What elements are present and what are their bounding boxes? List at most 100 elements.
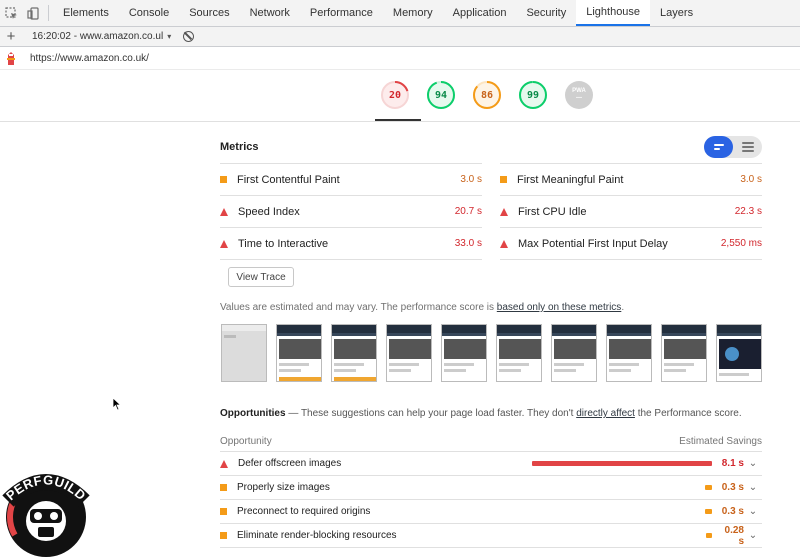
tab-application[interactable]: Application — [443, 0, 517, 26]
chevron-down-icon[interactable]: ⌄ — [744, 458, 762, 469]
tab-elements[interactable]: Elements — [53, 0, 119, 26]
opportunities-header: Opportunities — These suggestions can he… — [220, 408, 742, 419]
opportunity-row[interactable]: Defer offscreen images 8.1 s ⌄ — [220, 452, 762, 476]
metric-row: First Meaningful Paint 3.0 s — [500, 164, 762, 196]
chevron-down-icon[interactable]: ⌄ — [744, 482, 762, 493]
savings-bar — [532, 460, 712, 466]
lighthouse-toolbar: + 16:20:02 - www.amazon.co.ul ▾ — [0, 27, 800, 47]
column-opportunity: Opportunity — [220, 436, 272, 447]
filmstrip-frame — [441, 324, 487, 382]
opportunity-savings: 0.3 s — [721, 506, 744, 517]
filmstrip — [221, 324, 762, 382]
score-gauges: 20 94 86 99 PWA — — [380, 80, 594, 110]
clear-reports-icon[interactable] — [183, 31, 195, 42]
metric-value: 20.7 s — [454, 206, 482, 217]
fail-triangle-icon — [220, 207, 228, 216]
tab-performance[interactable]: Performance — [300, 0, 383, 26]
view-trace-button[interactable]: View Trace — [228, 267, 294, 287]
gauge-score: 86 — [480, 89, 494, 101]
compact-view-button[interactable] — [704, 136, 733, 158]
opportunity-savings: 0.3 s — [721, 482, 744, 493]
fail-triangle-icon — [500, 239, 508, 248]
metric-value: 3.0 s — [460, 174, 482, 185]
opportunity-name: Defer offscreen images — [238, 458, 342, 469]
tab-network[interactable]: Network — [240, 0, 300, 26]
metric-value: 33.0 s — [454, 238, 482, 249]
filmstrip-frame — [716, 324, 762, 382]
opportunity-savings: 0.28 s — [724, 524, 744, 547]
toolbar-separator — [48, 5, 49, 21]
expanded-view-button[interactable] — [733, 136, 762, 158]
report-selector[interactable]: 16:20:02 - www.amazon.co.ul — [32, 31, 163, 42]
filmstrip-frame — [276, 324, 322, 382]
metric-name: Speed Index — [238, 205, 300, 218]
metrics-calculator-link[interactable]: based only on these metrics — [497, 302, 622, 313]
filmstrip-frame — [221, 324, 267, 382]
opportunity-savings: 8.1 s — [721, 458, 744, 469]
tab-sources[interactable]: Sources — [179, 0, 239, 26]
metric-row: Time to Interactive 33.0 s — [220, 228, 482, 260]
opportunity-row[interactable]: Preconnect to required origins 0.3 s ⌄ — [220, 500, 762, 524]
filmstrip-frame — [386, 324, 432, 382]
lighthouse-icon — [0, 51, 22, 66]
new-report-icon[interactable]: + — [0, 28, 22, 45]
gauge-accessibility[interactable]: 94 — [426, 80, 456, 110]
report-url[interactable]: https://www.amazon.co.uk/ — [30, 53, 149, 64]
report-url-bar: https://www.amazon.co.uk/ — [0, 48, 800, 70]
metric-value: 22.3 s — [734, 206, 762, 217]
average-square-icon — [500, 176, 507, 183]
metric-row: First CPU Idle 22.3 s — [500, 196, 762, 228]
tab-security[interactable]: Security — [516, 0, 576, 26]
average-square-icon — [220, 176, 227, 183]
savings-bar — [705, 484, 712, 490]
metrics-view-toggle[interactable] — [704, 136, 762, 158]
metric-row: Max Potential First Input Delay 2,550 ms — [500, 228, 762, 260]
average-square-icon — [220, 532, 227, 539]
filmstrip-frame — [551, 324, 597, 382]
filmstrip-frame — [496, 324, 542, 382]
tab-memory[interactable]: Memory — [383, 0, 443, 26]
devtools-tab-bar: Elements Console Sources Network Perform… — [0, 0, 800, 27]
pwa-score: — — [575, 95, 582, 101]
chevron-down-icon[interactable]: ▾ — [167, 32, 171, 41]
opportunity-name: Eliminate render-blocking resources — [237, 530, 397, 541]
gauge-score: 99 — [526, 89, 540, 101]
gauge-seo[interactable]: 99 — [518, 80, 548, 110]
device-toolbar-icon[interactable] — [22, 0, 44, 26]
gauge-score: 20 — [388, 89, 402, 101]
opportunity-row[interactable]: Eliminate render-blocking resources 0.28… — [220, 524, 762, 548]
gauge-score: 94 — [434, 89, 448, 101]
filmstrip-frame — [331, 324, 377, 382]
metrics-title: Metrics — [220, 141, 259, 153]
column-estimated-savings: Estimated Savings — [679, 436, 762, 447]
filmstrip-frame — [661, 324, 707, 382]
savings-bar — [706, 532, 712, 538]
metric-name: First CPU Idle — [518, 205, 587, 218]
chevron-down-icon[interactable]: ⌄ — [744, 506, 762, 517]
metric-value: 3.0 s — [740, 174, 762, 185]
inspect-element-icon[interactable] — [0, 0, 22, 26]
metric-row: Speed Index 20.7 s — [220, 196, 482, 228]
perfguild-logo: PERFGUILD — [2, 472, 90, 557]
metric-name: First Meaningful Paint — [517, 173, 624, 186]
fail-triangle-icon — [500, 207, 508, 216]
mouse-cursor-icon — [112, 397, 122, 411]
tab-layers[interactable]: Layers — [650, 0, 703, 26]
opportunity-name: Preconnect to required origins — [237, 506, 371, 517]
metric-row: First Contentful Paint 3.0 s — [220, 164, 482, 196]
tab-lighthouse[interactable]: Lighthouse — [576, 0, 651, 26]
directly-affect-link[interactable]: directly affect — [576, 408, 635, 419]
metrics-note: Values are estimated and may vary. The p… — [220, 302, 625, 313]
opportunity-name: Properly size images — [237, 482, 330, 493]
average-square-icon — [220, 484, 227, 491]
tab-console[interactable]: Console — [119, 0, 179, 26]
savings-bar — [705, 508, 712, 514]
filmstrip-frame — [606, 324, 652, 382]
chevron-down-icon[interactable]: ⌄ — [744, 530, 762, 541]
opportunities-title: Opportunities — [220, 408, 286, 419]
gauge-performance[interactable]: 20 — [380, 80, 410, 110]
opportunity-row[interactable]: Properly size images 0.3 s ⌄ — [220, 476, 762, 500]
gauge-best-practices[interactable]: 86 — [472, 80, 502, 110]
metric-value: 2,550 ms — [720, 238, 762, 249]
gauge-pwa[interactable]: PWA — — [564, 80, 594, 110]
